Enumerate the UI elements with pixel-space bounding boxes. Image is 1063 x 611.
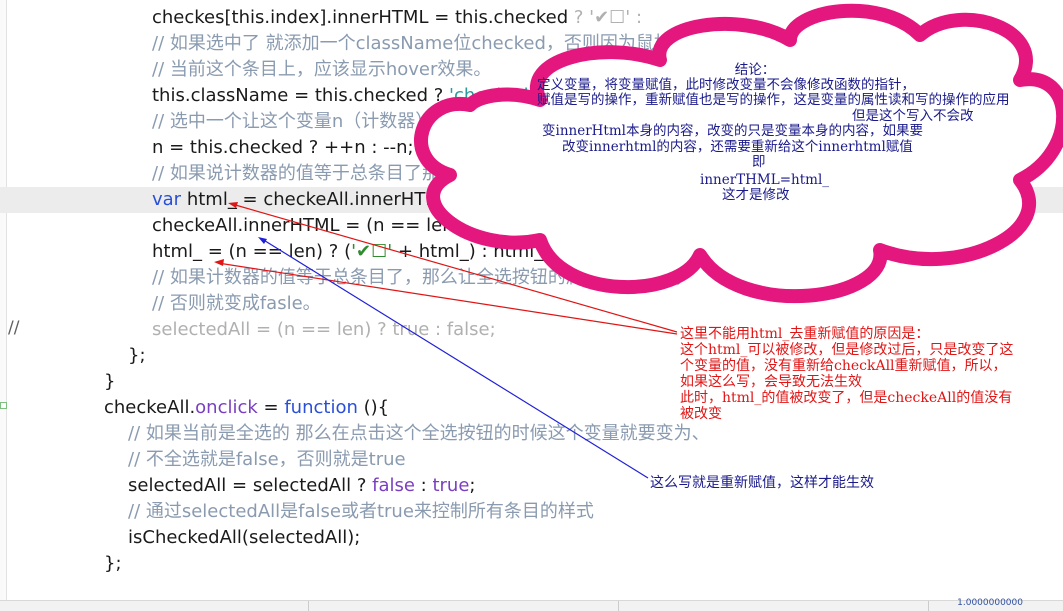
status-bar: 1.0000000000 <box>0 598 1063 611</box>
red-annotation-line: 如果这么写，会导致无法生效 <box>680 374 862 390</box>
red-annotation-line: 个变量的值，没有重新给checkAll重新赋值，所以， <box>680 358 1007 374</box>
red-arrowhead-2 <box>214 259 224 266</box>
blue-annotation: 这么写就是重新赋值，这样才能生效 <box>650 475 874 491</box>
cloud-note-line: 即 <box>752 154 766 170</box>
cloud-note-line: 这才是修改 <box>722 187 790 203</box>
cloud-note-line: 赋值是写的操作，重新赋值也是写的操作，这是变量的属性读和写的操作的应用 <box>537 92 1010 108</box>
cloud-note-line: 变innerHtml本身的内容，改变的只是变量本身的内容，如果要 <box>542 123 923 139</box>
red-annotation-line: 这里不能用html_去重新赋值的原因是： <box>680 326 930 342</box>
red-annotation: 这里不能用html_去重新赋值的原因是： 这个html_可以被修改，但是修改过后… <box>680 326 1060 422</box>
blue-arrowhead <box>258 237 267 244</box>
red-annotation-line: 这个html_可以被修改，但是修改过后，只是改变了这 <box>680 342 1014 358</box>
red-arrowhead-1 <box>228 202 238 208</box>
red-annotation-line: 被改变 <box>680 406 722 422</box>
cloud-note-line: 改变innerhtml的内容，还需要重新给这个innerhtml赋值 <box>562 139 913 155</box>
status-tail-text: 1.0000000000 <box>957 598 1023 608</box>
red-annotation-line: 此时，html_的值被改变了，但是checkeAll的值没有 <box>680 390 1013 406</box>
